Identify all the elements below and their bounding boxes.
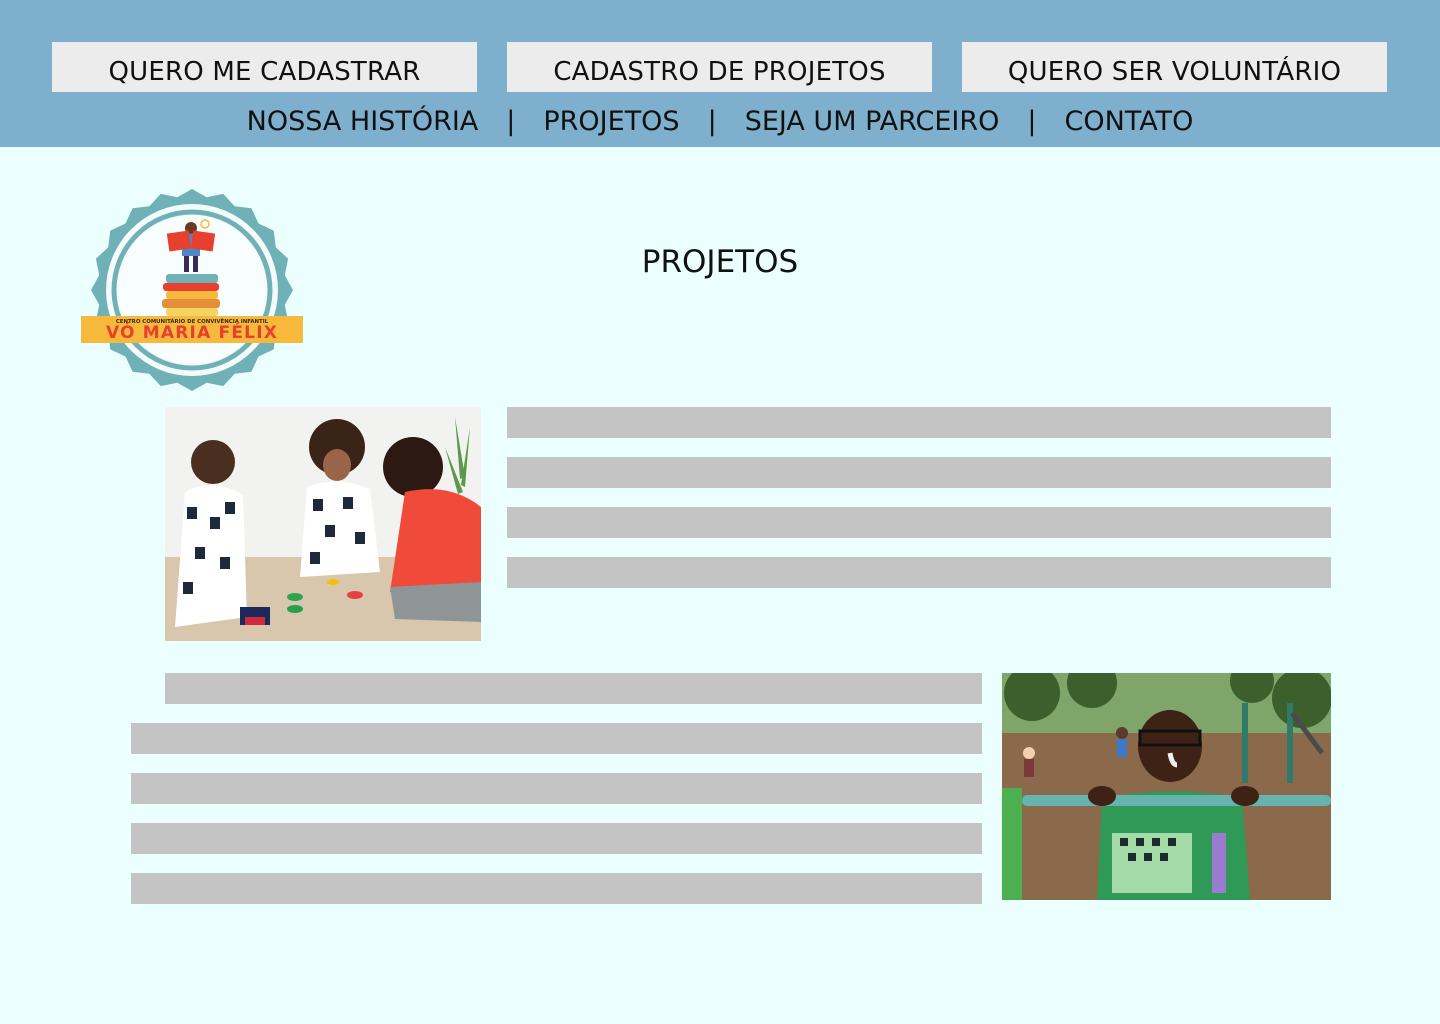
logo-emblem: CENTRO COMUNITÁRIO DE CONVIVÊNCIA INFANT… [81,189,303,391]
header: QUERO ME CADASTRAR CADASTRO DE PROJETOS … [0,0,1440,147]
nav-separator: | [506,106,516,137]
nav-separator: | [707,106,717,137]
text-placeholder-line [507,557,1331,588]
text-placeholder-line [507,457,1331,488]
text-placeholder-line [507,507,1331,538]
nav-our-history[interactable]: NOSSA HISTÓRIA [247,106,479,137]
logo-name: VÓ MARIA FÉLIX [106,321,278,343]
register-button[interactable]: QUERO ME CADASTRAR [52,42,477,92]
text-placeholder-line [131,773,982,804]
logo[interactable]: CENTRO COMUNITÁRIO DE CONVIVÊNCIA INFANT… [80,186,304,394]
text-placeholder-line [507,407,1331,438]
boy-playground-photo [1002,673,1331,900]
text-placeholder-line [131,873,982,904]
page-title: PROJETOS [641,244,799,280]
main-nav: NOSSA HISTÓRIA | PROJETOS | SEJA UM PARCEIRO… [0,102,1440,142]
project-registration-button[interactable]: CADASTRO DE PROJETOS [507,42,932,92]
nav-partner[interactable]: SEJA UM PARCEIRO [745,106,1000,137]
nav-contact[interactable]: CONTATO [1065,106,1194,137]
volunteer-button[interactable]: QUERO SER VOLUNTÁRIO [962,42,1387,92]
text-placeholder-line [131,823,982,854]
children-playing-photo [165,407,481,641]
nav-projects[interactable]: PROJETOS [543,106,679,137]
nav-separator: | [1027,106,1037,137]
books-stack-icon [162,274,220,316]
text-placeholder-line [165,673,982,704]
text-placeholder-line [131,723,982,754]
